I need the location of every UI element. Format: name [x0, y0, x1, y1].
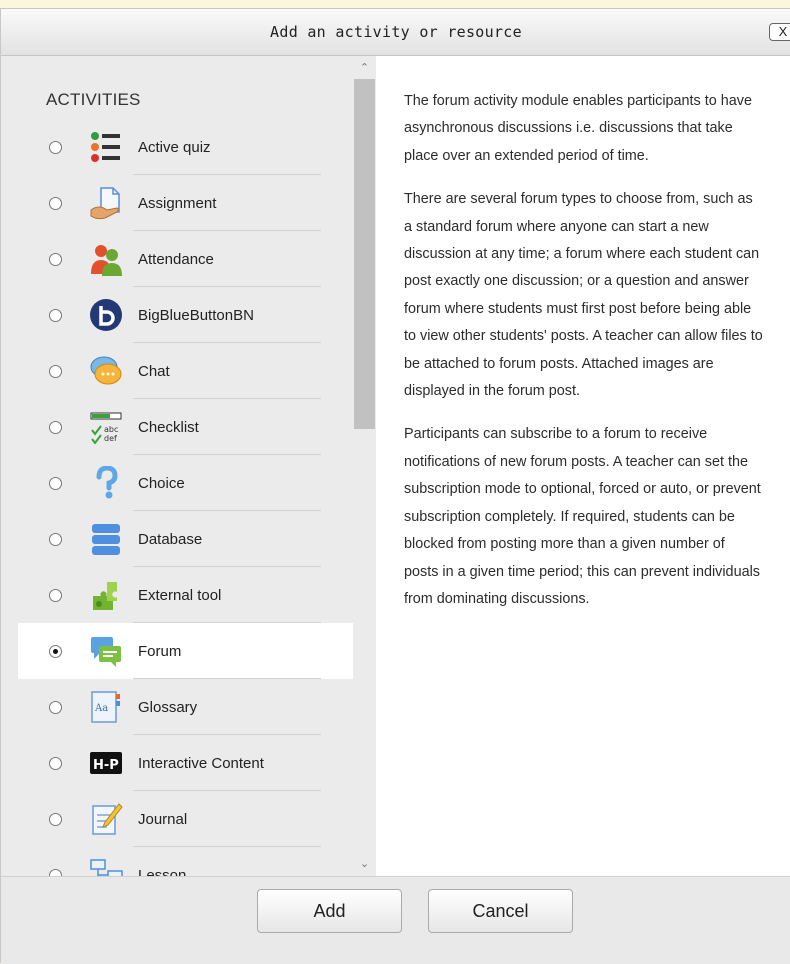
activity-item-glossary[interactable]: Aa Glossary	[18, 679, 353, 735]
dialog-footer: Add Cancel	[1, 876, 790, 964]
svg-text:H-P: H-P	[93, 758, 119, 773]
activity-label: Assignment	[138, 194, 217, 212]
activity-label: Glossary	[138, 698, 198, 716]
activity-label: Attendance	[138, 250, 214, 268]
activity-item-bigbluebutton[interactable]: BigBlueButtonBN	[18, 287, 353, 343]
svg-text:def: def	[104, 434, 117, 443]
radio-button[interactable]	[49, 308, 62, 322]
chat-icon	[90, 356, 122, 385]
activity-item-forum[interactable]: Forum	[18, 623, 353, 679]
activity-item-h5p[interactable]: H-P Interactive Content	[18, 735, 353, 791]
activity-item-chat[interactable]: Chat	[18, 343, 353, 399]
radio-button-selected[interactable]	[49, 644, 62, 658]
scroll-up-arrow-icon[interactable]: ⌃	[353, 58, 376, 78]
activity-chooser-dialog: Add an activity or resource X ACTIVITIES	[0, 8, 790, 964]
dialog-titlebar: Add an activity or resource X	[1, 9, 790, 56]
radio-button[interactable]	[49, 252, 62, 266]
activity-item-lesson[interactable]: Lesson	[18, 847, 353, 876]
journal-icon	[92, 803, 123, 835]
close-button[interactable]: X	[769, 23, 790, 41]
activity-label: BigBlueButtonBN	[138, 306, 254, 324]
activity-label: Choice	[138, 474, 185, 492]
external-tool-icon	[93, 582, 117, 610]
activity-label: External tool	[138, 586, 222, 604]
radio-button[interactable]	[49, 532, 62, 546]
radio-button[interactable]	[49, 196, 62, 210]
radio-button[interactable]	[49, 364, 62, 378]
attendance-icon	[91, 245, 122, 276]
activity-label: Journal	[138, 810, 188, 828]
activity-item-database[interactable]: Database	[18, 511, 353, 567]
activity-label: Chat	[138, 362, 170, 380]
choice-icon	[96, 466, 118, 499]
database-icon	[92, 524, 120, 555]
bigbluebutton-icon	[90, 299, 122, 331]
radio-button[interactable]	[49, 420, 62, 434]
description-paragraph: The forum activity module enables partic…	[404, 93, 752, 164]
active-quiz-icon	[91, 132, 120, 162]
glossary-icon: Aa	[91, 691, 120, 723]
activity-item-assignment[interactable]: Assignment	[18, 175, 353, 231]
activity-description: The forum activity module enables partic…	[376, 56, 790, 613]
dialog-title: Add an activity or resource	[270, 23, 522, 41]
h5p-icon: H-P	[90, 752, 122, 774]
dialog-body: ACTIVITIES Active quiz Assignment Attend…	[1, 56, 790, 876]
activity-item-attendance[interactable]: Attendance	[18, 231, 353, 287]
forum-icon	[91, 637, 121, 667]
activity-label: Interactive Content	[138, 754, 264, 772]
activity-label: Checklist	[138, 418, 199, 436]
activity-label: Database	[138, 530, 203, 548]
add-button[interactable]: Add	[257, 889, 402, 933]
description-pane: The forum activity module enables partic…	[376, 56, 790, 876]
activity-item-journal[interactable]: Journal	[18, 791, 353, 847]
activity-item-active-quiz[interactable]: Active quiz	[18, 119, 353, 175]
radio-button[interactable]	[49, 476, 62, 490]
checklist-icon: abc def	[90, 412, 122, 444]
radio-button[interactable]	[49, 700, 62, 714]
cancel-button[interactable]: Cancel	[428, 889, 573, 933]
scroll-down-arrow-icon[interactable]: ⌄	[353, 854, 376, 874]
description-paragraph: Participants can subscribe to a forum to…	[404, 426, 761, 607]
scrollbar-thumb[interactable]	[354, 79, 375, 429]
activity-list-scrollbar[interactable]: ⌃ ⌄	[353, 56, 376, 876]
radio-button[interactable]	[49, 140, 62, 154]
activity-list-pane[interactable]: ACTIVITIES Active quiz Assignment Attend…	[18, 56, 376, 876]
activity-list: Active quiz Assignment Attendance BigBlu…	[18, 119, 353, 876]
lesson-icon	[90, 859, 123, 876]
activity-item-choice[interactable]: Choice	[18, 455, 353, 511]
radio-button[interactable]	[49, 868, 62, 876]
activity-label: Forum	[138, 642, 182, 660]
radio-button[interactable]	[49, 812, 62, 826]
activity-item-external-tool[interactable]: External tool	[18, 567, 353, 623]
assignment-icon	[90, 187, 120, 220]
svg-text:abc: abc	[104, 425, 118, 434]
description-paragraph: There are several forum types to choose …	[404, 191, 763, 400]
activity-label: Active quiz	[138, 138, 211, 156]
radio-button[interactable]	[49, 588, 62, 602]
activity-label: Lesson	[138, 866, 187, 877]
activity-item-checklist[interactable]: abc def Checklist	[18, 399, 353, 455]
section-heading: ACTIVITIES	[46, 90, 141, 109]
svg-text:Aa: Aa	[94, 703, 108, 714]
radio-button[interactable]	[49, 756, 62, 770]
